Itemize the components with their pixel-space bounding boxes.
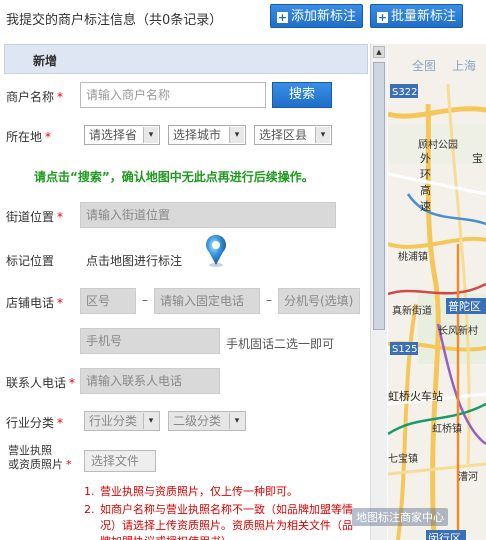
- choose-file-button[interactable]: 选择文件: [84, 450, 156, 472]
- search-button[interactable]: 搜索: [272, 82, 332, 108]
- svg-text:S322: S322: [392, 87, 417, 98]
- merchant-name-label: 商户名称 *: [6, 90, 64, 104]
- province-select[interactable]: 请选择省 ▾: [84, 125, 160, 145]
- chevron-down-icon: ▾: [315, 127, 330, 143]
- svg-text:宝: 宝: [472, 151, 483, 165]
- svg-text:闵行区: 闵行区: [428, 531, 461, 540]
- add-new-marker-label: 添加新标注: [291, 9, 357, 24]
- map-pin-icon: [206, 234, 226, 267]
- section-title: 新增: [33, 54, 58, 68]
- note-2-number: 2.: [84, 503, 95, 516]
- scrollbar-thumb[interactable]: [373, 62, 385, 330]
- svg-text:高: 高: [420, 183, 431, 197]
- city-select[interactable]: 选择城市 ▾: [168, 125, 246, 145]
- marker-instruction: 点击地图进行标注: [86, 254, 183, 268]
- extension-input[interactable]: 分机号(选填): [278, 288, 360, 314]
- chevron-down-icon: ▾: [229, 413, 244, 429]
- svg-text:长风新村: 长风新村: [438, 324, 478, 337]
- street-input[interactable]: 请输入街道位置: [80, 202, 336, 228]
- plus-icon: +: [277, 11, 288, 24]
- industry-label: 行业分类 *: [6, 416, 64, 430]
- map-tab-full[interactable]: 全图: [412, 54, 436, 78]
- svg-text:普陀区: 普陀区: [448, 299, 481, 313]
- shop-phone-label: 店铺电话 *: [6, 296, 64, 310]
- search-hint: 请点击“搜索”，确认地图中无此点再进行后续操作。: [34, 170, 314, 184]
- map-tab-shanghai[interactable]: 上海: [452, 54, 476, 78]
- contact-phone-label: 联系人电话 *: [6, 376, 76, 390]
- chevron-down-icon: ▾: [229, 127, 244, 143]
- sub-industry-select[interactable]: 二级分类 ▾: [168, 411, 246, 431]
- phone-either-hint: 手机固话二选一即可: [226, 337, 335, 351]
- form-scrollbar[interactable]: ▲: [370, 44, 387, 540]
- merchant-name-input[interactable]: 请输入商户名称: [80, 82, 266, 108]
- scroll-up-arrow-icon[interactable]: ▲: [373, 46, 385, 58]
- page-title: 我提交的商户标注信息（共0条记录）: [6, 13, 223, 28]
- section-header: 新增: [4, 44, 368, 74]
- svg-text:虹桥镇: 虹桥镇: [432, 422, 462, 435]
- chevron-down-icon: ▾: [143, 413, 158, 429]
- svg-text:顾村公园: 顾村公园: [418, 138, 458, 151]
- svg-text:外: 外: [420, 152, 431, 165]
- note-1-number: 1.: [84, 485, 95, 498]
- map-view[interactable]: S322 顾村公园 外 环 高 速 宝 桃浦镇 真新街道 普陀区 长风新村 S1…: [388, 44, 486, 540]
- svg-text:漕河: 漕河: [458, 470, 478, 483]
- note-2-text: 如商户名称与营业执照名称不一致（如品牌加盟等情况）请选择上传资质照片。资质照片为…: [100, 503, 353, 540]
- chevron-down-icon: ▾: [143, 127, 158, 143]
- svg-text:虹桥火车站: 虹桥火车站: [388, 389, 443, 403]
- watermark: 地图标注商家中心: [352, 508, 448, 526]
- svg-text:S125: S125: [392, 344, 417, 355]
- fixed-phone-input[interactable]: 请输入固定电话: [154, 288, 260, 314]
- svg-text:环: 环: [420, 168, 431, 181]
- contact-phone-input[interactable]: 请输入联系人电话: [80, 368, 220, 394]
- plus-icon: +: [377, 11, 388, 24]
- batch-new-marker-label: 批量新标注: [391, 9, 457, 24]
- marker-position-label: 标记位置: [6, 254, 55, 268]
- location-label: 所在地 *: [6, 130, 52, 144]
- industry-select[interactable]: 行业分类 ▾: [84, 411, 160, 431]
- svg-text:速: 速: [420, 200, 431, 213]
- top-bar: 我提交的商户标注信息（共0条记录） + 添加新标注 + 批量新标注: [0, 0, 486, 36]
- license-label: 营业执照 或资质照片 *: [8, 444, 72, 471]
- svg-text:七宝镇: 七宝镇: [388, 452, 418, 465]
- district-select[interactable]: 选择区县 ▾: [254, 125, 332, 145]
- batch-new-marker-button[interactable]: + 批量新标注: [370, 4, 464, 28]
- dash-separator: –: [266, 293, 272, 307]
- svg-text:桃浦镇: 桃浦镇: [398, 250, 428, 263]
- add-new-marker-button[interactable]: + 添加新标注: [270, 4, 364, 28]
- map-tab-bar: 全图 上海: [392, 54, 486, 80]
- svg-text:真新街道: 真新街道: [392, 304, 432, 317]
- area-code-input[interactable]: 区号: [80, 288, 136, 314]
- dash-separator: –: [142, 293, 148, 307]
- new-merchant-form: 新增 商户名称 * 请输入商户名称 搜索 所在地 * 请选择省 ▾ 选择城市 ▾ 选择区…: [4, 44, 368, 540]
- mobile-input[interactable]: 手机号: [80, 328, 220, 354]
- map-canvas: S322 顾村公园 外 环 高 速 宝 桃浦镇 真新街道 普陀区 长风新村 S1…: [388, 44, 486, 540]
- note-1-text: 营业执照与资质照片，仅上传一种即可。: [100, 485, 298, 498]
- street-label: 街道位置 *: [6, 210, 64, 224]
